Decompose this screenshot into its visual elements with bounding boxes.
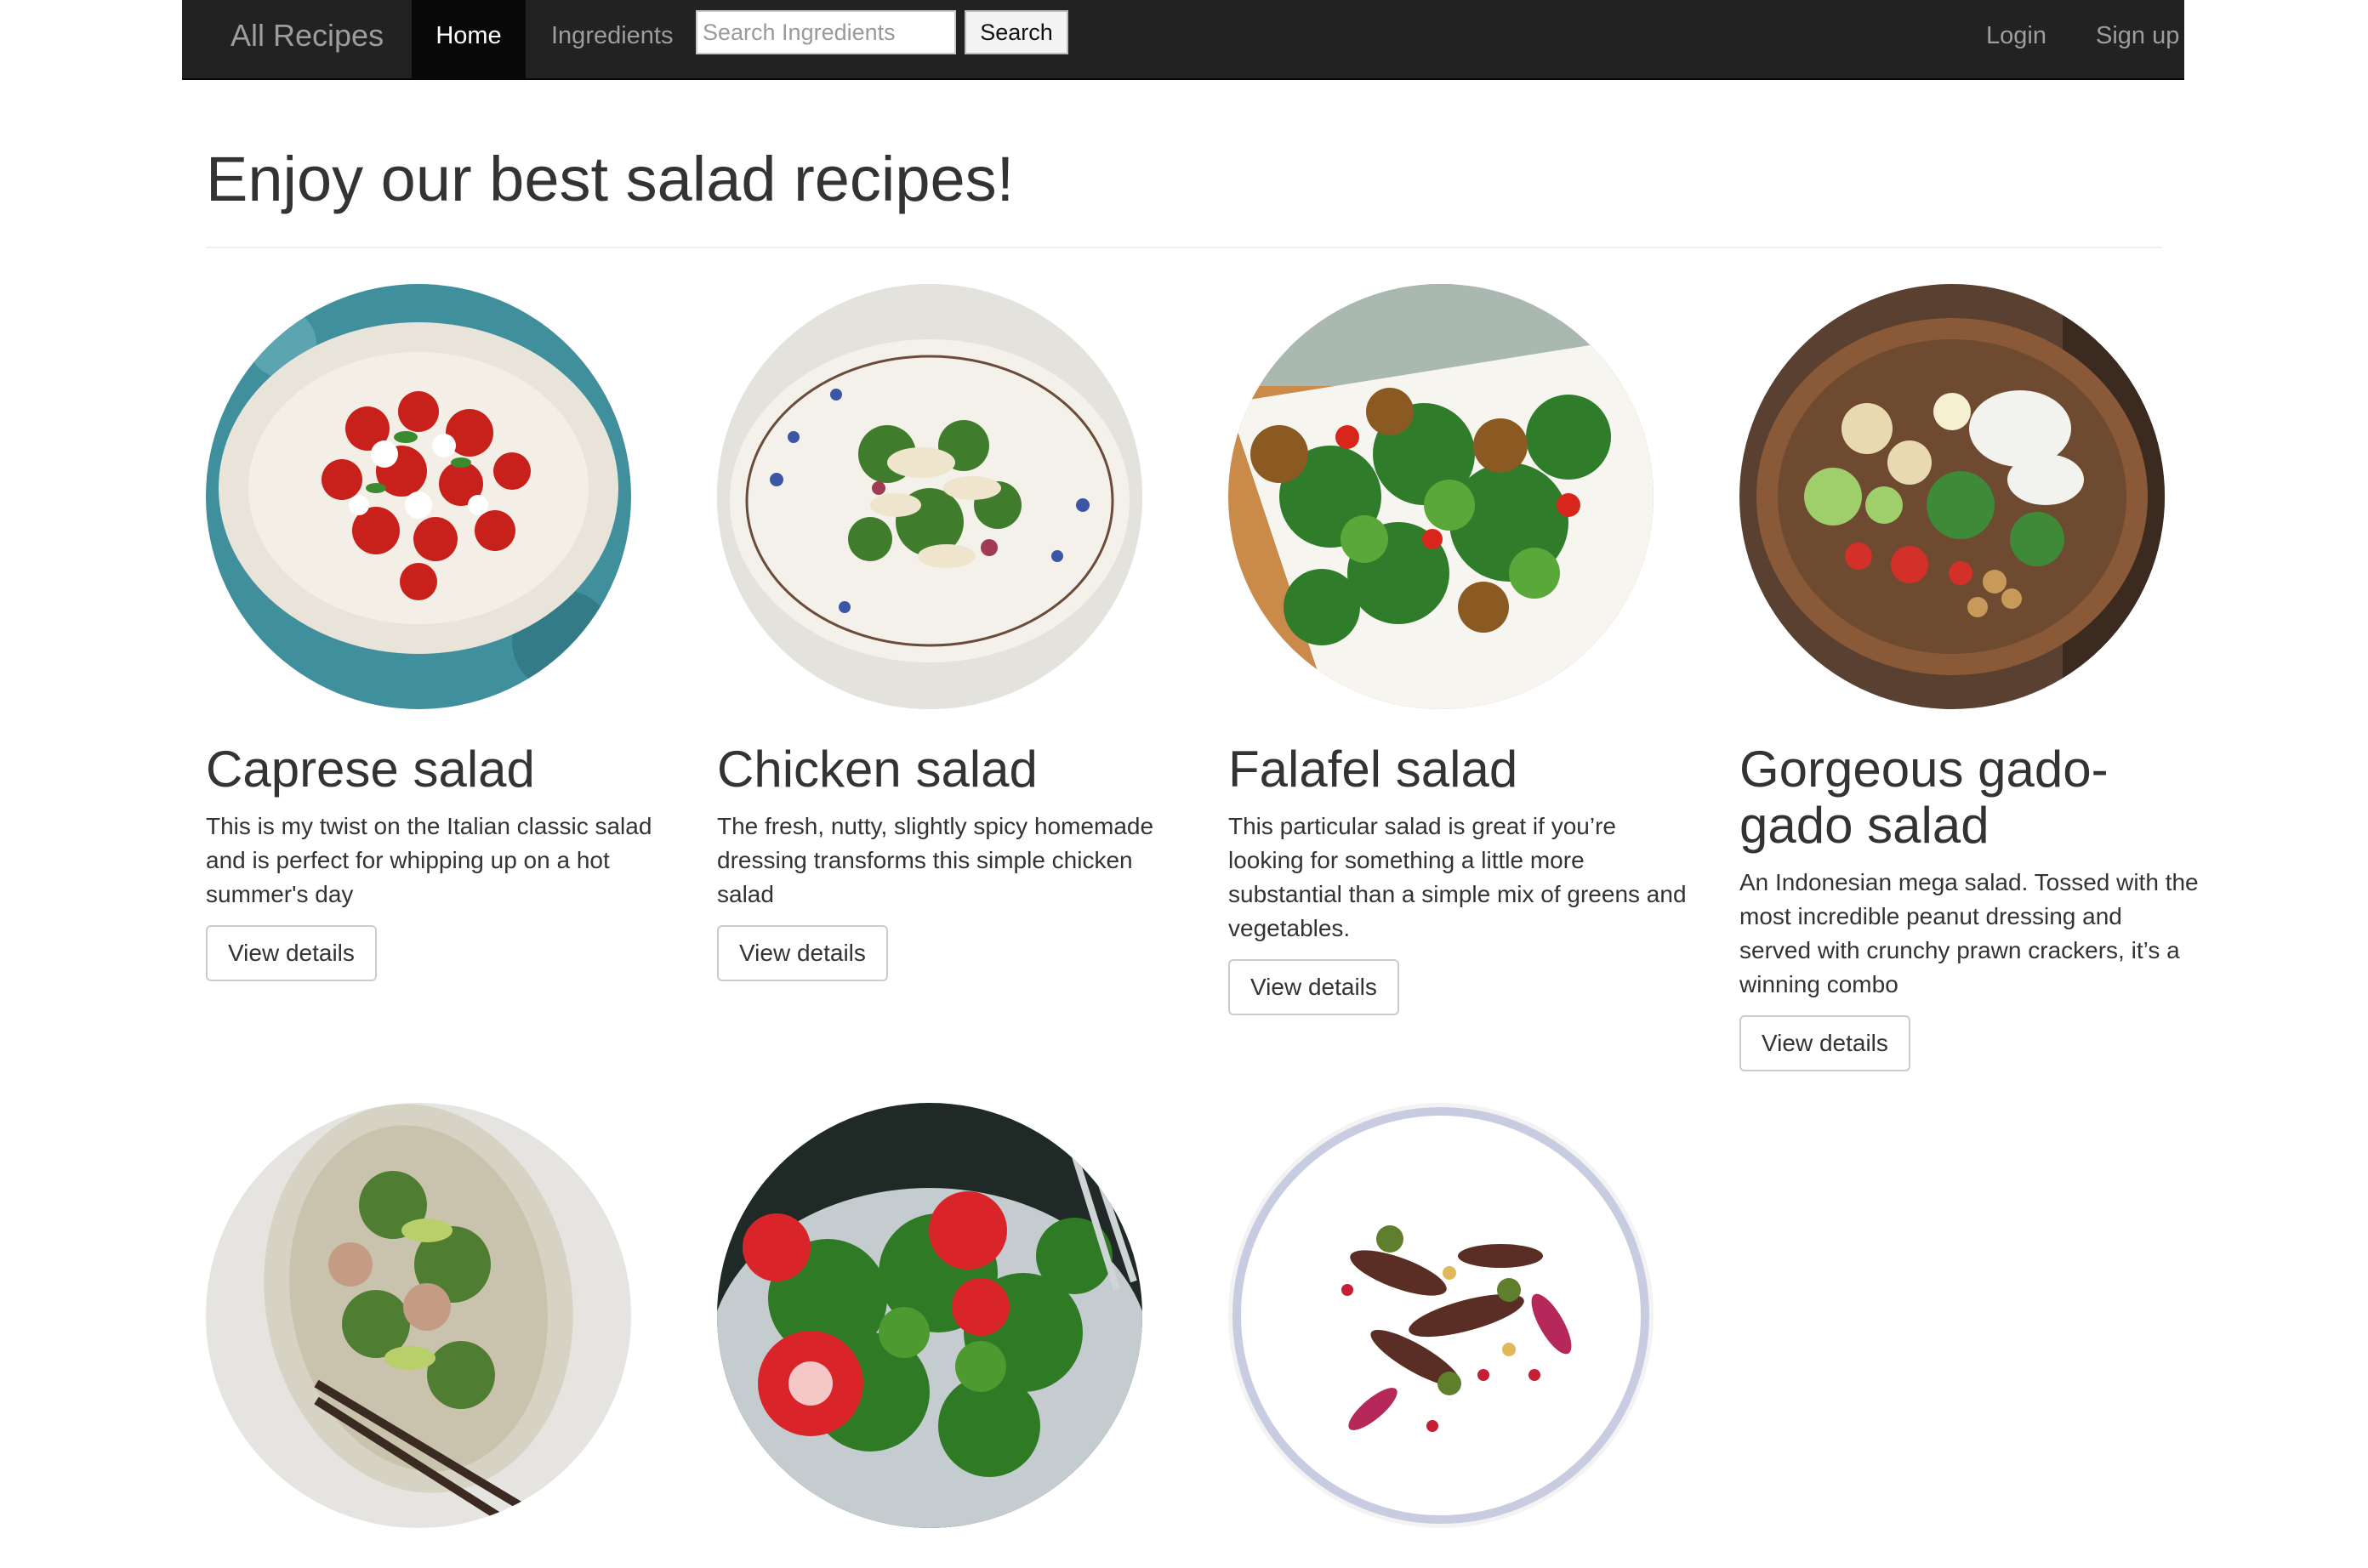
- nav-item-ingredients[interactable]: Ingredients: [551, 0, 674, 78]
- recipe-title: Falafel salad: [1228, 741, 1518, 798]
- recipe-description: The fresh, nutty, slightly spicy homemad…: [717, 813, 1154, 907]
- recipe-image-caprese[interactable]: [206, 284, 631, 709]
- nav-item-home[interactable]: Home: [412, 0, 526, 78]
- page-title: Enjoy our best salad recipes!: [206, 144, 1015, 214]
- recipe-title: Caprese salad: [206, 741, 535, 798]
- recipe-card-row2-3: [1228, 1103, 1705, 1528]
- nav-item-login[interactable]: Login: [1986, 0, 2046, 78]
- recipe-description: An Indonesian mega salad. Tossed with th…: [1739, 869, 2199, 997]
- header-divider: [206, 247, 2162, 248]
- recipe-description: This is my twist on the Italian classic …: [206, 813, 652, 907]
- recipe-image-duck-salad[interactable]: [1228, 1103, 1654, 1528]
- recipe-image-gado-gado[interactable]: [1739, 284, 2165, 709]
- recipe-card-chicken: Chicken salad The fresh, nutty, slightly…: [717, 284, 1193, 981]
- nav-item-signup[interactable]: Sign up: [2096, 0, 2179, 78]
- view-details-button[interactable]: View details: [1739, 1015, 1910, 1071]
- recipe-title: Chicken salad: [717, 741, 1038, 798]
- brand-link[interactable]: All Recipes: [231, 0, 384, 80]
- recipe-card-row2-2: [717, 1103, 1193, 1528]
- search-button[interactable]: Search: [965, 10, 1068, 54]
- recipe-image-strawberry-salad[interactable]: [717, 1103, 1142, 1528]
- recipe-card-row2-1: [206, 1103, 682, 1528]
- recipe-title: Gorgeous gado-gado salad: [1739, 741, 2109, 854]
- view-details-button[interactable]: View details: [717, 925, 888, 981]
- search-ingredients-input[interactable]: [696, 10, 956, 54]
- recipe-image-asian-salad[interactable]: [206, 1103, 631, 1528]
- recipe-card-gado-gado: Gorgeous gado-gado salad An Indonesian m…: [1739, 284, 2216, 1071]
- view-details-button[interactable]: View details: [1228, 959, 1399, 1015]
- recipe-card-caprese: Caprese salad This is my twist on the It…: [206, 284, 682, 981]
- recipe-image-falafel[interactable]: [1228, 284, 1654, 709]
- recipe-card-falafel: Falafel salad This particular salad is g…: [1228, 284, 1705, 1015]
- recipe-description: This particular salad is great if you’re…: [1228, 813, 1687, 941]
- recipe-image-chicken[interactable]: [717, 284, 1142, 709]
- top-navbar: All Recipes Home Ingredients Search Logi…: [182, 0, 2184, 80]
- view-details-button[interactable]: View details: [206, 925, 377, 981]
